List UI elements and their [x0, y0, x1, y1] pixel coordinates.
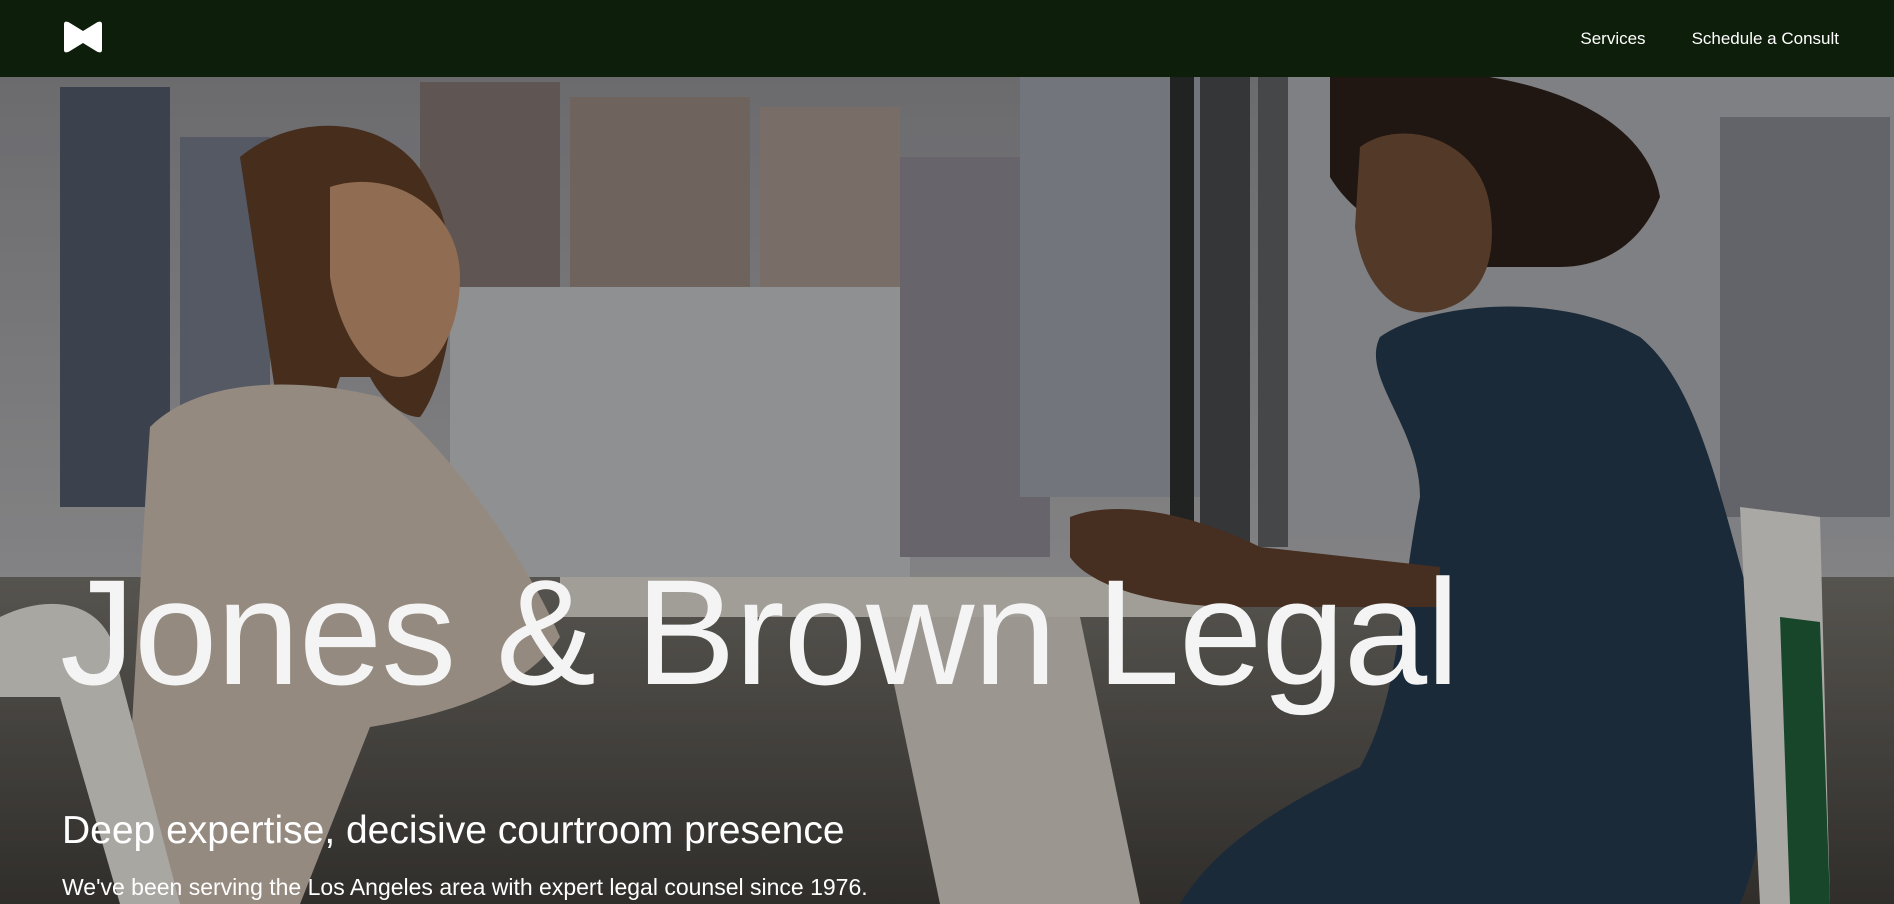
hero-dark-overlay — [0, 77, 1894, 904]
bowtie-logo-icon[interactable] — [62, 21, 104, 53]
hero-tagline: We've been serving the Los Angeles area … — [62, 874, 868, 900]
hero-title: Jones & Brown Legal — [60, 548, 1460, 716]
main-nav: Services Schedule a Consult — [1580, 0, 1839, 77]
hero-section: Jones & Brown Legal Deep expertise, deci… — [0, 77, 1894, 904]
nav-link-schedule-consult[interactable]: Schedule a Consult — [1692, 29, 1839, 49]
top-navigation-bar: Services Schedule a Consult — [0, 0, 1894, 77]
nav-link-services[interactable]: Services — [1580, 29, 1645, 49]
hero-subtitle: Deep expertise, decisive courtroom prese… — [62, 809, 845, 852]
